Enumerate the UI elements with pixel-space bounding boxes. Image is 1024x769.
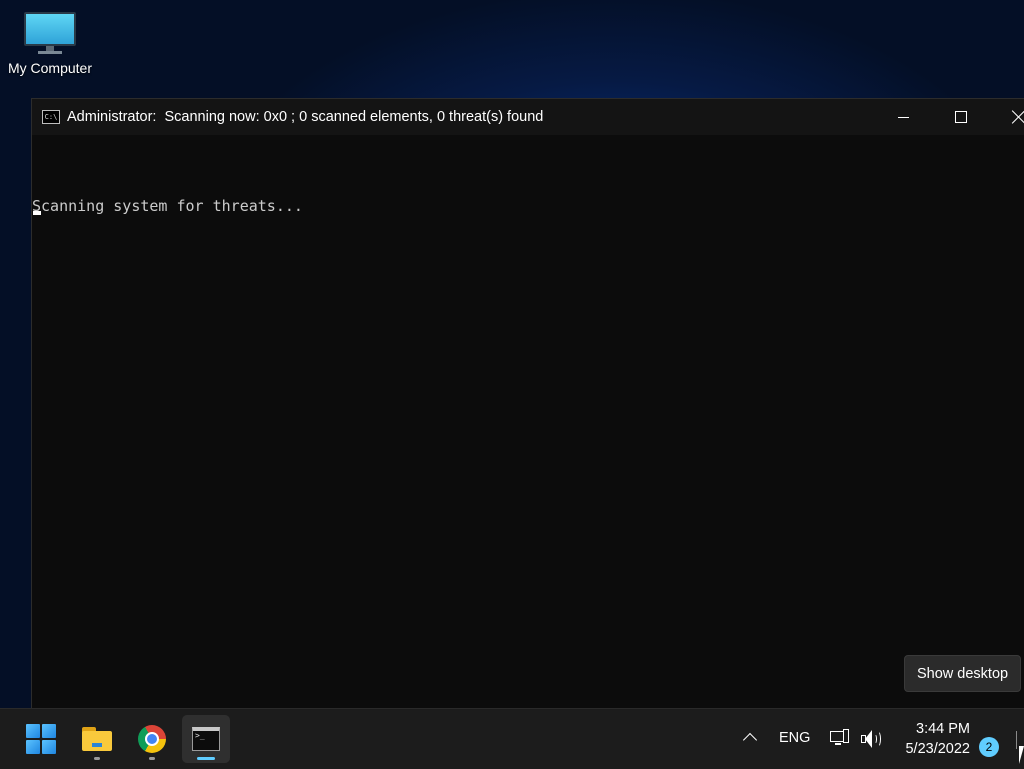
network-icon[interactable] <box>830 729 852 749</box>
clock-date: 5/23/2022 <box>905 741 970 757</box>
taskbar: ENG 3:44 PM 5/23/2022 2 <box>0 708 1024 769</box>
minimize-icon <box>897 116 909 118</box>
desktop-icon-label: My Computer <box>7 60 93 76</box>
clock[interactable]: 3:44 PM 5/23/2022 <box>888 719 970 759</box>
command-prompt-window[interactable]: C:\ Administrator: Scanning now: 0x0 ; 0… <box>31 98 1024 708</box>
tooltip-text: Show desktop <box>917 665 1009 682</box>
desktop-background: My Computer C:\ Administrator: Scanning … <box>0 0 1024 708</box>
chevron-up-icon[interactable] <box>740 729 760 749</box>
active-indicator <box>197 757 215 760</box>
windows-logo-icon <box>26 724 56 754</box>
minimize-button[interactable] <box>880 99 926 135</box>
command-prompt-icon <box>192 727 220 751</box>
show-desktop-button[interactable] <box>1016 731 1017 749</box>
chrome-icon <box>138 725 166 753</box>
console-line: Scanning system for threats... <box>32 197 303 215</box>
command-prompt-icon: C:\ <box>42 110 60 124</box>
taskbar-file-explorer[interactable] <box>73 715 121 763</box>
maximize-button[interactable] <box>938 99 984 135</box>
running-indicator <box>149 757 155 760</box>
clock-time: 3:44 PM <box>916 721 970 737</box>
text-cursor <box>33 211 41 215</box>
console-output[interactable]: Scanning system for threats... <box>32 156 303 256</box>
start-button[interactable] <box>17 715 65 763</box>
close-button[interactable] <box>996 99 1024 135</box>
language-indicator[interactable]: ENG <box>779 730 810 746</box>
running-indicator <box>94 757 100 760</box>
folder-icon <box>82 727 112 751</box>
volume-icon[interactable] <box>860 729 884 749</box>
taskbar-chrome[interactable] <box>128 715 176 763</box>
desktop-icon-my-computer[interactable]: My Computer <box>2 8 98 92</box>
show-desktop-tooltip: Show desktop <box>904 655 1022 692</box>
notification-badge[interactable]: 2 <box>979 737 999 757</box>
taskbar-command-prompt[interactable] <box>182 715 230 763</box>
mouse-pointer-icon <box>1019 746 1024 764</box>
monitor-icon <box>24 12 76 54</box>
window-title: Administrator: Scanning now: 0x0 ; 0 sca… <box>67 109 544 125</box>
window-titlebar[interactable]: C:\ Administrator: Scanning now: 0x0 ; 0… <box>32 99 1024 135</box>
maximize-icon <box>955 111 967 123</box>
close-icon <box>1012 110 1024 124</box>
